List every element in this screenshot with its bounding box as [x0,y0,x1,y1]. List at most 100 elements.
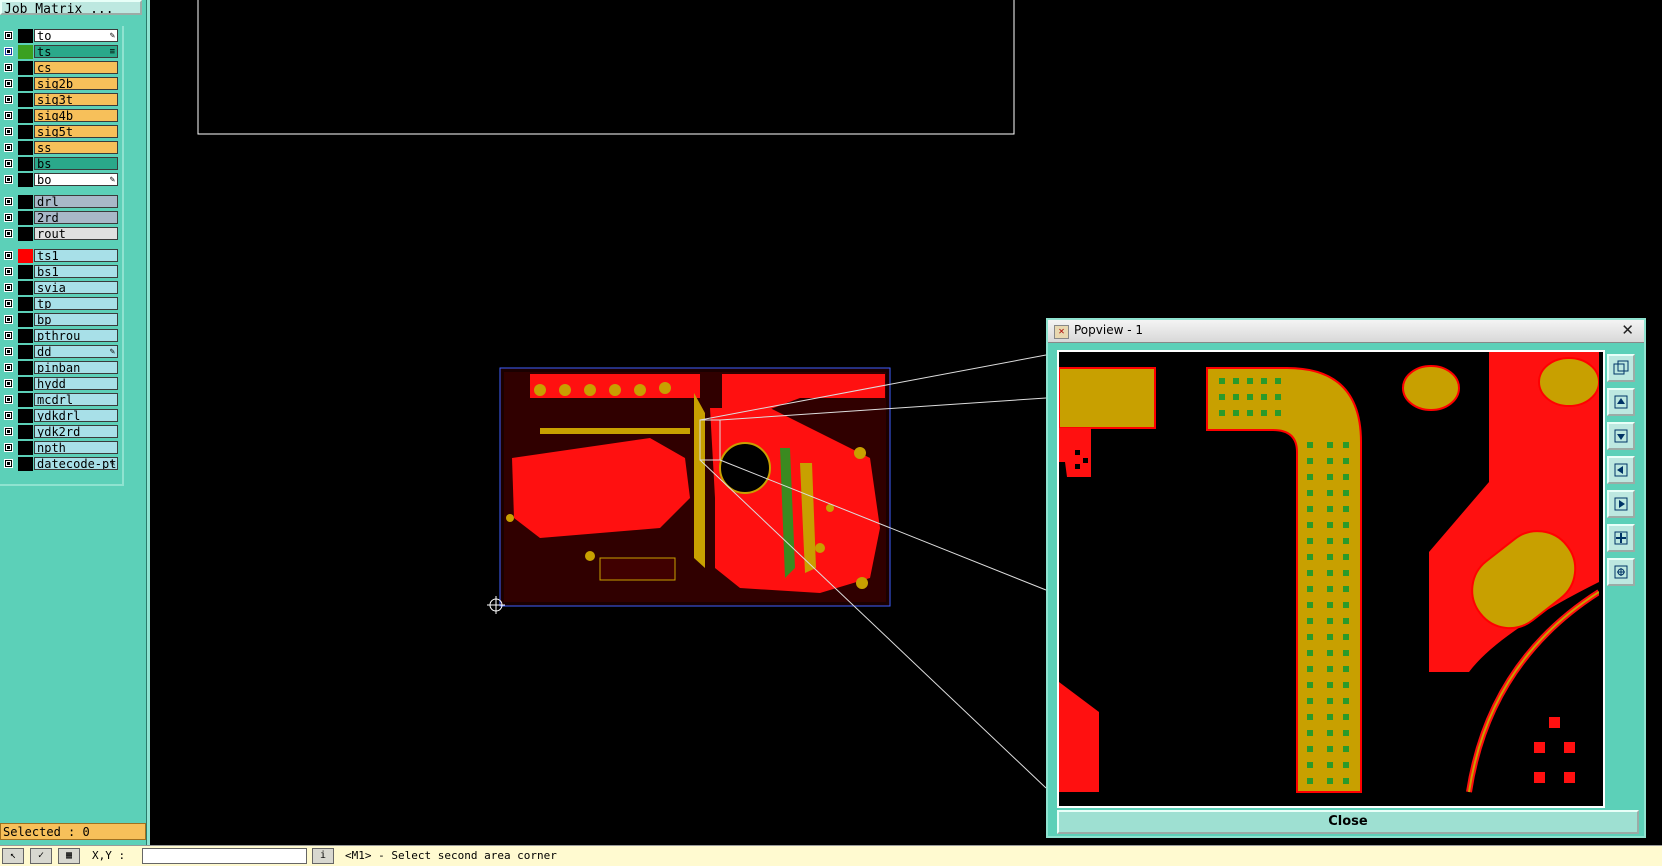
layer-row[interactable]: to ✎ [0,29,120,43]
layer-row[interactable]: 2rd [0,211,120,225]
layer-row[interactable]: dd ✎ [0,345,120,359]
layer-color-swatch[interactable] [18,227,33,241]
layer-checkbox[interactable] [4,283,13,292]
layer-row[interactable]: drl [0,195,120,209]
layer-row[interactable]: cs [0,61,120,75]
layer-row[interactable]: bs1 [0,265,120,279]
layer-row[interactable]: ts ≡ [0,45,120,59]
layer-color-swatch[interactable] [18,77,33,91]
layer-name[interactable]: sig3t [34,93,118,106]
layer-name[interactable]: bp [34,313,118,326]
layer-row[interactable]: ss [0,141,120,155]
layer-row[interactable]: pinban [0,361,120,375]
layer-row[interactable]: ydk2rd [0,425,120,439]
layer-checkbox[interactable] [4,95,13,104]
pan-up-button[interactable] [1607,388,1635,416]
layer-name[interactable]: sig4b [34,109,118,122]
grid-tool-icon[interactable]: ▦ [58,848,80,864]
layer-checkbox[interactable] [4,347,13,356]
layer-checkbox[interactable] [4,47,13,56]
layer-row[interactable]: rout [0,227,120,241]
layer-name[interactable]: rout [34,227,118,240]
layer-checkbox[interactable] [4,411,13,420]
layer-name[interactable]: ydk2rd [34,425,118,438]
layer-checkbox[interactable] [4,197,13,206]
layer-color-swatch[interactable] [18,265,33,279]
layer-checkbox[interactable] [4,379,13,388]
layer-color-swatch[interactable] [18,93,33,107]
layer-color-swatch[interactable] [18,409,33,423]
layer-color-swatch[interactable] [18,141,33,155]
xy-input[interactable] [142,848,307,864]
layer-row[interactable]: svia [0,281,120,295]
layer-name[interactable]: bs [34,157,118,170]
info-tool-icon[interactable]: i [312,848,334,864]
pan-down-button[interactable] [1607,422,1635,450]
layer-checkbox[interactable] [4,315,13,324]
layer-row[interactable]: hydd [0,377,120,391]
layer-name[interactable]: sig5t [34,125,118,138]
layer-row[interactable]: sig3t [0,93,120,107]
layer-color-swatch[interactable] [18,457,33,471]
layer-row[interactable]: datecode-pt ✎ [0,457,120,471]
select-tool-icon[interactable]: ↖ [2,848,24,864]
layer-color-swatch[interactable] [18,297,33,311]
layer-color-swatch[interactable] [18,109,33,123]
layer-color-swatch[interactable] [18,195,33,209]
layer-row[interactable]: sig5t [0,125,120,139]
layer-checkbox[interactable] [4,363,13,372]
layer-checkbox[interactable] [4,127,13,136]
layer-row[interactable]: bs [0,157,120,171]
layer-checkbox[interactable] [4,143,13,152]
layer-name[interactable]: npth [34,441,118,454]
layer-name[interactable]: tp [34,297,118,310]
layer-color-swatch[interactable] [18,45,33,59]
layer-name[interactable]: ts1 [34,249,118,262]
layer-checkbox[interactable] [4,267,13,276]
layer-name[interactable]: to ✎ [34,29,118,42]
layer-name[interactable]: bs1 [34,265,118,278]
layer-checkbox[interactable] [4,175,13,184]
layer-checkbox[interactable] [4,299,13,308]
layer-color-swatch[interactable] [18,173,33,187]
layer-color-swatch[interactable] [18,425,33,439]
layer-name[interactable]: svia [34,281,118,294]
layer-row[interactable]: mcdrl [0,393,120,407]
layer-checkbox[interactable] [4,31,13,40]
layer-row[interactable]: sig4b [0,109,120,123]
layer-color-swatch[interactable] [18,361,33,375]
layer-color-swatch[interactable] [18,29,33,43]
layer-row[interactable]: ydkdrl [0,409,120,423]
layer-checkbox[interactable] [4,395,13,404]
layer-color-swatch[interactable] [18,211,33,225]
layer-name[interactable]: pthrou [34,329,118,342]
layer-row[interactable]: pthrou [0,329,120,343]
layer-checkbox[interactable] [4,251,13,260]
layer-name[interactable]: ss [34,141,118,154]
check-tool-icon[interactable]: ✓ [30,848,52,864]
layer-row[interactable]: npth [0,441,120,455]
layer-name[interactable]: bo ✎ [34,173,118,186]
zoom-out-button[interactable] [1607,558,1635,586]
layer-checkbox[interactable] [4,331,13,340]
close-icon[interactable]: ✕ [1621,321,1634,339]
layer-color-swatch[interactable] [18,313,33,327]
zoom-home-button[interactable] [1607,354,1635,382]
layer-color-swatch[interactable] [18,61,33,75]
layer-color-swatch[interactable] [18,249,33,263]
layer-color-swatch[interactable] [18,281,33,295]
layer-name[interactable]: dd ✎ [34,345,118,358]
layer-name[interactable]: ydkdrl [34,409,118,422]
job-matrix-button[interactable]: Job Matrix ... [0,0,142,15]
layer-row[interactable]: sig2b [0,77,120,91]
layer-checkbox[interactable] [4,213,13,222]
close-button[interactable]: Close [1057,810,1639,834]
layer-checkbox[interactable] [4,79,13,88]
layer-checkbox[interactable] [4,111,13,120]
layer-row[interactable]: tp [0,297,120,311]
layer-name[interactable]: sig2b [34,77,118,90]
layer-checkbox[interactable] [4,427,13,436]
layer-name[interactable]: ts ≡ [34,45,118,58]
layer-color-swatch[interactable] [18,441,33,455]
layer-name[interactable]: hydd [34,377,118,390]
